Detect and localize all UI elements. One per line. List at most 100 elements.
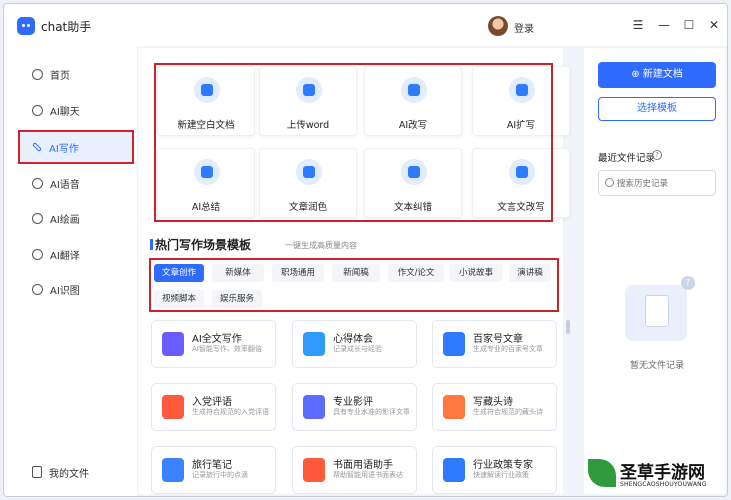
sidebar-item-label: AI写作 <box>49 143 79 155</box>
template-title: 旅行笔记 <box>192 460 232 471</box>
travel-icon <box>162 458 184 482</box>
app-title: chat助手 <box>41 20 92 34</box>
watermark-title: 圣草手游网 <box>620 463 705 483</box>
template-card[interactable]: 心得体会 记录成长与经验 <box>292 320 417 368</box>
template-desc: 记录成长与经验 <box>333 345 382 353</box>
image-recognition-icon <box>32 283 43 295</box>
sidebar-item-home[interactable]: 首页 <box>20 61 132 87</box>
menu-button[interactable]: ☰ <box>631 18 645 32</box>
tag-essay[interactable]: 作文/论文 <box>388 264 444 282</box>
login-link[interactable]: 登录 <box>514 20 534 35</box>
minimize-button[interactable]: — <box>657 18 671 32</box>
tool-polish[interactable]: 文章润色 <box>259 148 357 218</box>
template-desc: 快速解读行业政策 <box>473 471 529 479</box>
summary-icon <box>194 159 220 185</box>
close-button[interactable]: ✕ <box>707 18 721 32</box>
avatar[interactable] <box>488 16 508 36</box>
poem-icon <box>443 395 465 419</box>
sidebar-item-label: AI聊天 <box>50 106 80 118</box>
tag-entertainment[interactable]: 娱乐服务 <box>212 290 262 308</box>
section-title: 热门写作场景模板 <box>149 238 252 252</box>
template-desc: 生成符合规范的藏头诗 <box>473 408 543 416</box>
classical-icon <box>509 159 535 185</box>
sidebar-item-ai-painting[interactable]: AI绘画 <box>20 205 132 231</box>
tool-ai-rewrite[interactable]: AI改写 <box>364 66 462 136</box>
tool-upload-word[interactable]: 上传word <box>259 66 357 136</box>
tool-ai-summary[interactable]: AI总结 <box>157 148 255 218</box>
sidebar-item-ai-chat[interactable]: AI聊天 <box>20 97 132 123</box>
tag-story[interactable]: 小说故事 <box>450 264 502 282</box>
template-card[interactable]: AI全文写作 AI智能写作、效率翻倍 <box>151 320 276 368</box>
voice-icon <box>32 177 43 189</box>
notebook-icon <box>303 332 325 356</box>
template-card[interactable]: 书面用语助手 帮助智能用语书面表达 <box>292 446 417 494</box>
expand-icon <box>509 77 535 103</box>
template-title: 写藏头诗 <box>473 397 513 408</box>
polish-icon <box>296 159 322 185</box>
empty-state-text: 暂无文件记录 <box>630 361 685 371</box>
template-title: AI全文写作 <box>192 334 242 345</box>
sidebar: 首页 AI聊天 AI写作 AI语音 AI绘画 AI翻译 AI识图 我的文件 <box>4 46 137 496</box>
tool-classical-rewrite[interactable]: 文言文改写 <box>472 148 570 218</box>
sidebar-item-label: AI翻译 <box>50 250 80 262</box>
rewrite-icon <box>401 77 427 103</box>
tool-label: 新建空白文档 <box>177 120 235 131</box>
tag-video-script[interactable]: 视频脚本 <box>154 290 204 308</box>
maximize-button[interactable]: ☐ <box>682 18 696 32</box>
template-card[interactable]: 入党评语 生成符合规范的入党评语 <box>151 383 276 431</box>
template-title: 心得体会 <box>333 334 373 345</box>
tool-new-blank-doc[interactable]: 新建空白文档 <box>157 66 255 136</box>
template-card[interactable]: 专业影评 具有专业水准的影评文章 <box>292 383 417 431</box>
tag-speech[interactable]: 演讲稿 <box>509 264 551 282</box>
search-input[interactable] <box>617 176 709 191</box>
app-logo-icon <box>17 17 35 35</box>
sidebar-item-my-files[interactable]: 我的文件 <box>20 460 132 484</box>
tool-label: AI改写 <box>398 120 428 131</box>
sidebar-item-label: AI绘画 <box>50 214 80 226</box>
template-card[interactable]: 旅行笔记 记录旅行中的点滴 <box>151 446 276 494</box>
tool-label: 文章润色 <box>288 202 327 213</box>
tool-ai-expand[interactable]: AI扩写 <box>472 66 570 136</box>
choose-template-button[interactable]: 选择模板 <box>598 97 716 121</box>
sidebar-item-ai-image[interactable]: AI识图 <box>20 276 132 302</box>
tool-label: 文言文改写 <box>497 202 545 213</box>
proofread-icon <box>401 159 427 185</box>
template-desc: 生成符合规范的入党评语 <box>192 408 269 416</box>
help-icon[interactable]: ? <box>652 150 662 160</box>
template-card[interactable]: 行业政策专家 快速解读行业政策 <box>432 446 557 494</box>
chat-icon <box>32 104 43 116</box>
template-desc: 生成专业的百家号文章 <box>473 345 543 353</box>
tag-workplace[interactable]: 职场通用 <box>272 264 324 282</box>
new-doc-button[interactable]: ⊕ 新建文档 <box>598 62 716 88</box>
template-desc: 具有专业水准的影评文章 <box>333 408 410 416</box>
word-icon <box>296 77 322 103</box>
sidebar-item-label: 我的文件 <box>49 468 89 480</box>
policy-icon <box>443 458 465 482</box>
history-search[interactable] <box>598 170 716 196</box>
tag-new-media[interactable]: 新媒体 <box>212 264 264 282</box>
sidebar-item-ai-translate[interactable]: AI翻译 <box>20 241 132 267</box>
template-card[interactable]: 写藏头诗 生成符合规范的藏头诗 <box>432 383 557 431</box>
tool-label: AI总结 <box>191 202 221 213</box>
section-subtitle: 一键生成高质量内容 <box>285 241 357 250</box>
tag-article[interactable]: 文章创作 <box>154 264 204 282</box>
tool-proofread[interactable]: 文本纠错 <box>364 148 462 218</box>
tag-press[interactable]: 新闻稿 <box>332 264 380 282</box>
template-title: 行业政策专家 <box>473 460 533 471</box>
template-title: 百家号文章 <box>473 334 523 345</box>
question-badge-icon: ? <box>681 276 695 290</box>
template-title: 入党评语 <box>192 397 232 408</box>
baijia-icon <box>443 332 465 356</box>
sidebar-item-label: AI识图 <box>50 285 80 297</box>
sidebar-item-ai-voice[interactable]: AI语音 <box>20 170 132 196</box>
tool-label: AI扩写 <box>506 120 536 131</box>
template-card[interactable]: 百家号文章 生成专业的百家号文章 <box>432 320 557 368</box>
scrollbar[interactable] <box>566 320 570 334</box>
sidebar-item-label: 首页 <box>50 70 70 82</box>
translate-icon <box>32 248 43 260</box>
tool-label: 上传word <box>286 120 330 131</box>
study-icon <box>162 395 184 419</box>
tool-label: 文本纠错 <box>393 202 432 213</box>
home-icon <box>32 68 43 80</box>
sidebar-item-ai-writing[interactable]: AI写作 <box>18 130 134 164</box>
